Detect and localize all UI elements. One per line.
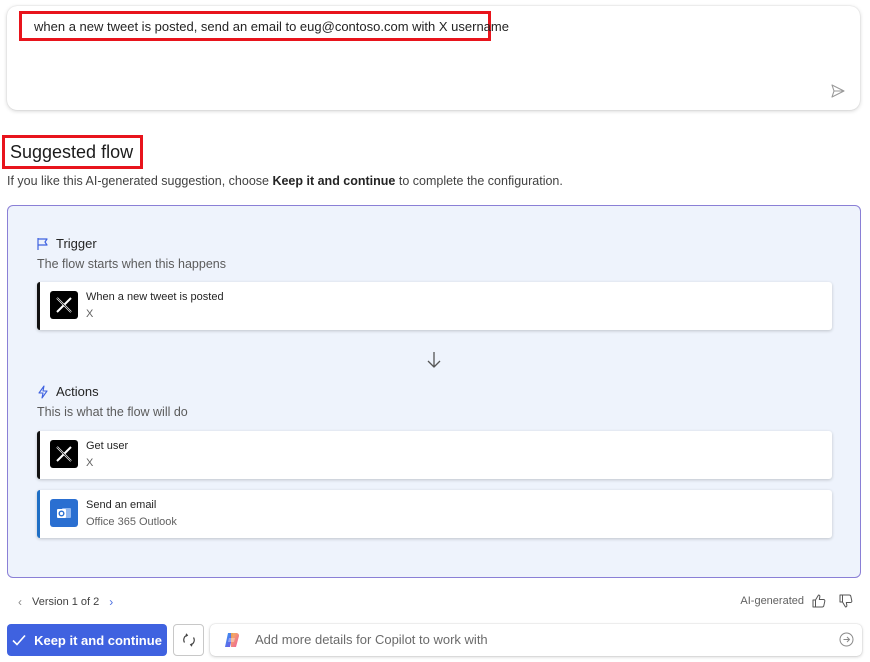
send-icon[interactable] bbox=[830, 83, 846, 99]
action-card[interactable]: Get user X bbox=[37, 431, 832, 479]
copilot-logo-icon bbox=[223, 631, 241, 649]
suggested-flow-subtitle: If you like this AI-generated suggestion… bbox=[7, 174, 563, 188]
trigger-heading: Trigger bbox=[36, 236, 97, 251]
version-navigator: ‹ Version 1 of 2 › bbox=[18, 595, 113, 609]
send-arrow-icon[interactable] bbox=[839, 632, 854, 647]
thumbs-up-icon[interactable] bbox=[811, 593, 827, 609]
version-label: Version 1 of 2 bbox=[32, 596, 99, 608]
x-logo-icon bbox=[50, 291, 78, 319]
action-card[interactable]: Send an email Office 365 Outlook bbox=[37, 490, 832, 538]
copilot-placeholder: Add more details for Copilot to work wit… bbox=[255, 632, 488, 647]
card-connector: X bbox=[86, 308, 93, 320]
lightning-icon bbox=[36, 385, 50, 399]
flag-icon bbox=[36, 237, 50, 251]
copilot-input[interactable]: Add more details for Copilot to work wit… bbox=[210, 624, 862, 656]
card-connector: X bbox=[86, 457, 93, 469]
card-title: Get user bbox=[86, 440, 128, 452]
outlook-icon bbox=[50, 499, 78, 527]
actions-heading: Actions bbox=[36, 384, 99, 399]
keep-it-and-continue-button[interactable]: Keep it and continue bbox=[7, 624, 167, 656]
regenerate-button[interactable] bbox=[173, 624, 204, 656]
x-logo-icon bbox=[50, 440, 78, 468]
chevron-left-icon[interactable]: ‹ bbox=[18, 595, 22, 609]
card-connector: Office 365 Outlook bbox=[86, 516, 177, 528]
flow-preview: Trigger The flow starts when this happen… bbox=[7, 205, 861, 578]
suggested-flow-title: Suggested flow bbox=[2, 135, 143, 169]
actions-description: This is what the flow will do bbox=[37, 405, 188, 419]
thumbs-down-icon[interactable] bbox=[838, 593, 854, 609]
trigger-description: The flow starts when this happens bbox=[37, 257, 226, 271]
refresh-icon bbox=[181, 632, 197, 648]
trigger-card[interactable]: When a new tweet is posted X bbox=[37, 282, 832, 330]
ai-generated-label: AI-generated bbox=[740, 595, 804, 607]
card-title: Send an email bbox=[86, 499, 156, 511]
checkmark-icon bbox=[12, 634, 26, 646]
chevron-right-icon[interactable]: › bbox=[109, 595, 113, 609]
card-title: When a new tweet is posted bbox=[86, 291, 224, 303]
prompt-text[interactable]: when a new tweet is posted, send an emai… bbox=[19, 11, 491, 41]
arrow-down-icon bbox=[426, 351, 442, 369]
prompt-box[interactable]: when a new tweet is posted, send an emai… bbox=[7, 6, 860, 110]
